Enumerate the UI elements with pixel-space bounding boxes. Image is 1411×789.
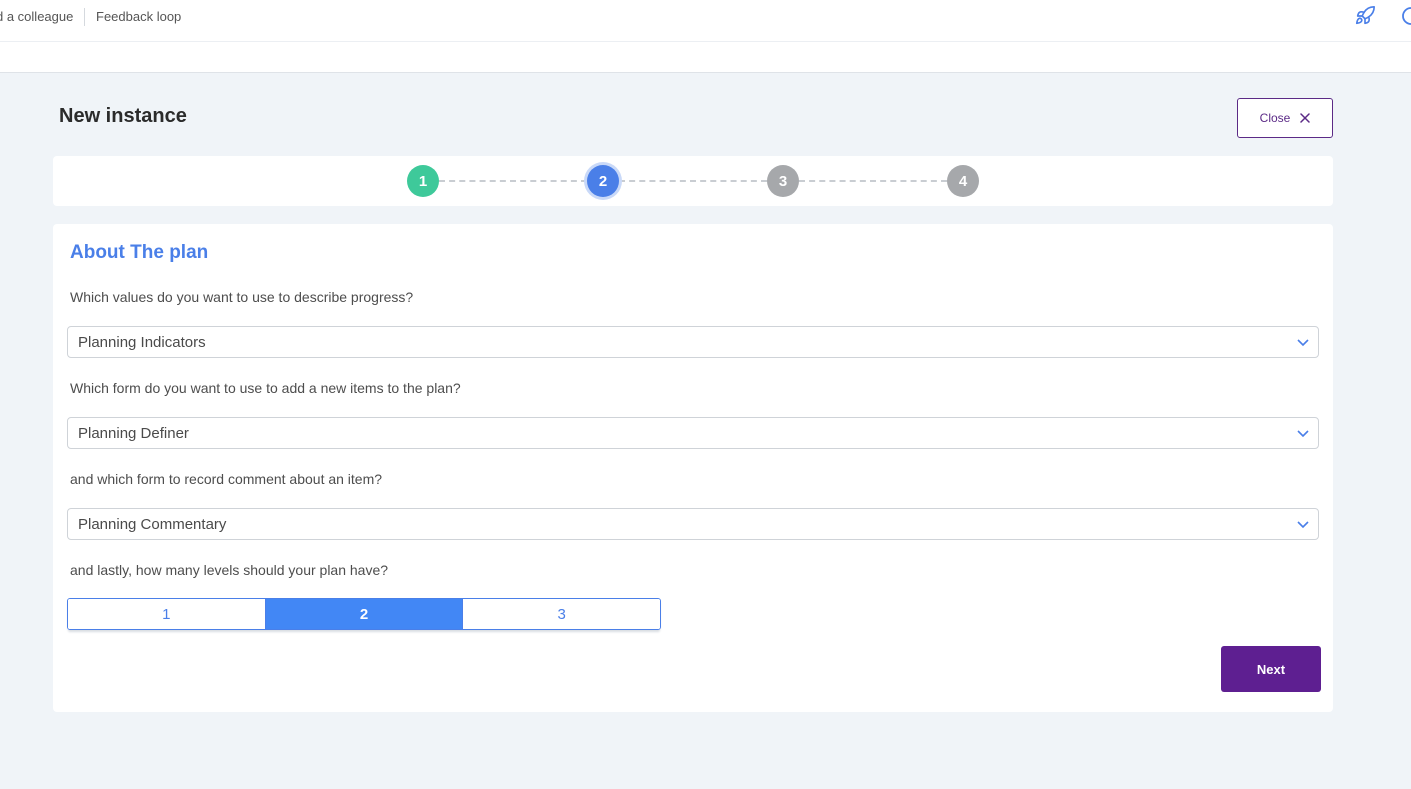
step-3[interactable]: 3 — [767, 165, 799, 197]
close-button[interactable]: Close — [1237, 98, 1333, 138]
add-items-form-selected: Planning Definer — [78, 425, 189, 442]
chevron-down-icon — [1297, 339, 1309, 347]
level-option-2[interactable]: 2 — [264, 599, 463, 629]
add-items-form-select[interactable]: Planning Definer — [67, 417, 1319, 449]
close-button-label: Close — [1259, 111, 1291, 125]
step-connector — [619, 180, 767, 182]
step-1[interactable]: 1 — [407, 165, 439, 197]
progress-values-selected: Planning Indicators — [78, 334, 206, 351]
comment-form-select[interactable]: Planning Commentary — [67, 508, 1319, 540]
add-items-form-question: Which form do you want to use to add a n… — [70, 380, 461, 396]
levels-toggle-group: 1 2 3 — [67, 598, 661, 630]
level-option-3[interactable]: 3 — [462, 599, 660, 629]
page-title: New instance — [59, 105, 187, 127]
level-option-1[interactable]: 1 — [68, 599, 265, 629]
step-4[interactable]: 4 — [947, 165, 979, 197]
next-button[interactable]: Next — [1221, 646, 1321, 692]
topbar-divider — [0, 41, 1411, 42]
step-2[interactable]: 2 — [587, 165, 619, 197]
topbar-separator — [84, 8, 85, 26]
top-bar: d a colleague Feedback loop — [0, 0, 1411, 73]
chevron-down-icon — [1297, 521, 1309, 529]
add-colleague-link[interactable]: d a colleague — [0, 9, 73, 24]
comment-form-selected: Planning Commentary — [78, 516, 227, 533]
progress-values-select[interactable]: Planning Indicators — [67, 326, 1319, 358]
stepper: 1 2 3 4 — [53, 156, 1333, 206]
comment-form-question: and which form to record comment about a… — [70, 471, 383, 487]
plan-form-card: About The plan Which values do you want … — [53, 224, 1333, 712]
levels-question: and lastly, how many levels should your … — [70, 562, 389, 578]
close-icon — [1300, 113, 1311, 123]
step-connector — [439, 180, 587, 182]
help-icon[interactable] — [1401, 6, 1411, 26]
section-title: About The plan — [70, 242, 209, 263]
chevron-down-icon — [1297, 430, 1309, 438]
rocket-icon[interactable] — [1354, 5, 1376, 27]
feedback-loop-link[interactable]: Feedback loop — [96, 9, 181, 24]
step-connector — [799, 180, 947, 182]
progress-values-question: Which values do you want to use to descr… — [70, 289, 414, 305]
